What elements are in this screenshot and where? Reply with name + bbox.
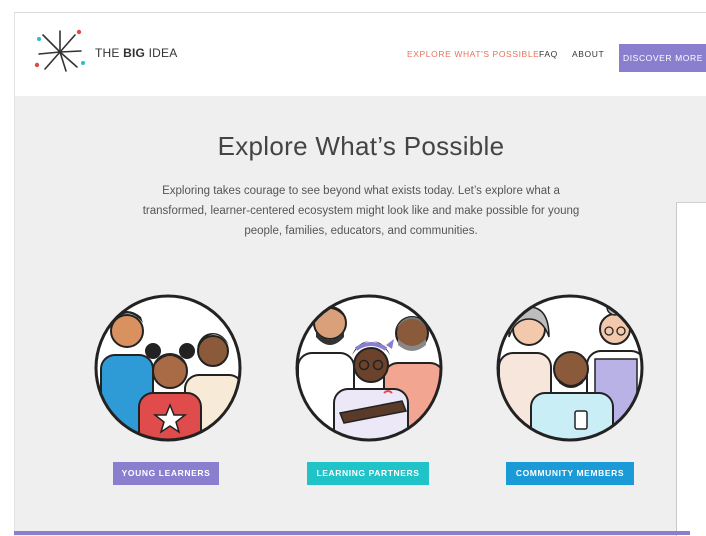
site-header: THE BIG IDEA EXPLORE WHAT'S POSSIBLE FAQ…: [15, 13, 706, 96]
young-learners-illustration[interactable]: [93, 293, 243, 443]
starburst-logo-icon[interactable]: [31, 27, 89, 77]
nav-explore-link[interactable]: EXPLORE WHAT'S POSSIBLE: [407, 13, 539, 96]
community-members-card[interactable]: COMMUNITY MEMBERS: [495, 293, 655, 503]
page-title: Explore What’s Possible: [217, 131, 505, 161]
community-members-illustration[interactable]: [495, 293, 645, 443]
young-learners-card[interactable]: YOUNG LEARNERS: [93, 293, 253, 503]
nav-faq-link[interactable]: FAQ: [539, 13, 558, 96]
brand-suffix: IDEA: [148, 46, 178, 60]
hero-line-3: people, families, educators, and communi…: [244, 225, 478, 237]
brand-bold: BIG: [123, 46, 146, 60]
side-panel: [676, 202, 706, 536]
hero-description: Exploring takes courage to see beyond wh…: [133, 181, 589, 241]
learning-partners-button[interactable]: LEARNING PARTNERS: [307, 462, 429, 485]
nav-about-link[interactable]: ABOUT: [572, 13, 604, 96]
hero-line-2: transformed, learner-centered ecosystem …: [142, 205, 580, 217]
page-frame: THE BIG IDEA EXPLORE WHAT'S POSSIBLE FAQ…: [14, 12, 706, 536]
brand-name[interactable]: THE BIG IDEA: [95, 46, 177, 60]
community-members-button[interactable]: COMMUNITY MEMBERS: [506, 462, 634, 485]
discover-more-button[interactable]: DISCOVER MORE: [619, 44, 706, 72]
hero-line-1: Exploring takes courage to see beyond wh…: [162, 185, 560, 197]
brand-prefix: THE: [95, 46, 120, 60]
young-learners-button[interactable]: YOUNG LEARNERS: [113, 462, 219, 485]
accent-bar: [14, 531, 690, 535]
learning-partners-illustration[interactable]: [294, 293, 444, 443]
learning-partners-card[interactable]: LEARNING PARTNERS: [294, 293, 454, 503]
